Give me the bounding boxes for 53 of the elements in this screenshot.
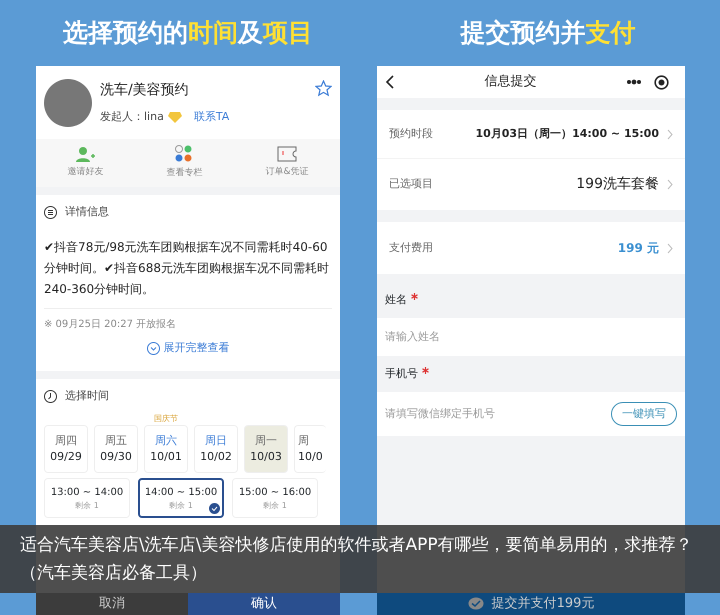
chevron-right-icon [667,128,673,140]
dialog-button[interactable]: 取消 [36,593,188,615]
row-value: 199 元 [618,240,659,257]
check-bubble-icon [468,597,484,611]
section-title: 选择时间 [65,388,109,404]
heading: 选择预约的时间及项目 [63,17,313,50]
autofill-button[interactable]: 一键填写 [611,402,677,426]
chevron-right-icon [667,242,673,254]
ticket-icon [276,146,297,162]
date-tab[interactable]: 周一 10/03 [244,425,288,473]
date-tab[interactable]: 周六 10/01 [144,425,188,473]
row-value: 199洗车套餐 [576,175,659,194]
time-slot[interactable]: 15:00 ~ 16:00 剩余 1 [232,478,318,518]
photo-placeholder [44,78,92,126]
input-field[interactable]: 请输入姓名 [377,318,685,356]
row-label: 预约时段 [389,126,434,142]
contact-link[interactable]: 联系TA [194,108,230,126]
dots-grid-icon [175,145,194,164]
event-title: 洗车/美容预约 [100,80,190,100]
chevron-circle-icon [146,342,160,355]
row-label: 已选项目 [389,176,434,192]
field-label: 手机号 [385,366,418,382]
date-tab[interactable]: 周四 09/29 [44,425,88,473]
description-text: ✔抖音78元/98元洗车团购根据车况不同需耗时40-60分钟时间。✔抖音688元洗车团购根据车况不同需耗时240-360分钟时间。 [44,237,332,309]
dialog-button[interactable]: 确认 [188,593,340,615]
page-title: 信息提交 [484,73,538,92]
person-plus-icon [75,146,96,162]
back-icon [385,75,395,89]
list-icon [44,206,57,218]
row-value: 10月03日（周一）14:00 ~ 15:00 [475,126,659,142]
row-label: 支付费用 [389,240,434,256]
check-circle-icon [209,503,220,514]
field-label: 姓名 [385,292,407,308]
section-title: 详情信息 [65,204,109,220]
caption-text: 适合汽车美容店\洗车店\美容快修店使用的软件或者APP有哪些，要简单易用的，求推荐？（汽车美容店必备工具） [0,525,720,593]
clock-icon [44,390,57,402]
submit-button[interactable]: 提交并支付199元 [377,593,685,615]
time-slot[interactable]: 13:00 ~ 14:00 剩余 1 [44,478,130,518]
date-tab[interactable]: 周日 10/02 [194,425,238,473]
holiday-label: 国庆节 [154,413,178,425]
more-icon [626,79,642,85]
input-field[interactable]: 请填写微信绑定手机号 [377,392,603,436]
open-time-text: ※ 09月25日 20:27 开放报名 [44,318,178,332]
heading: 提交预约并支付 [460,17,636,50]
diamond-icon [168,112,182,122]
date-tab[interactable]: 周 10/0 [294,425,326,473]
time-slot[interactable]: 14:00 ~ 15:00 剩余 1 [138,478,224,518]
organizer-label: 发起人：lina [100,108,164,125]
star-icon [315,80,332,97]
expand-link[interactable]: 展开完整查看 [164,340,230,356]
target-icon [654,74,669,90]
date-tab[interactable]: 周五 09/30 [94,425,138,473]
chevron-right-icon [667,179,673,190]
